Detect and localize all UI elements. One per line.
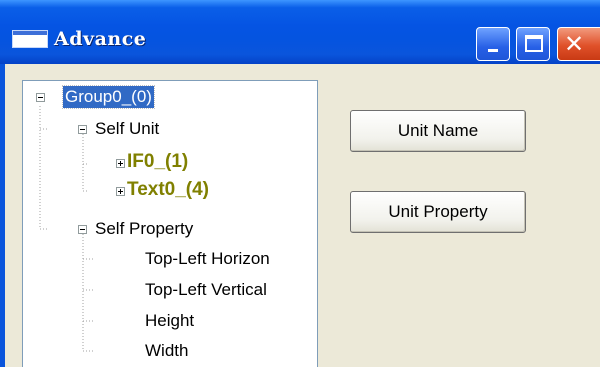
minimize-button[interactable] xyxy=(476,27,510,61)
unit-name-button[interactable]: Unit Name xyxy=(350,110,526,152)
collapse-group0-icon[interactable] xyxy=(36,93,45,102)
collapse-self-property-icon[interactable] xyxy=(78,225,87,234)
expand-text0-icon[interactable] xyxy=(116,187,125,196)
tree-node-self-property[interactable]: Self Property xyxy=(95,218,193,240)
tree-node-text0[interactable]: Text0_(4) xyxy=(127,179,209,201)
window-frame-left xyxy=(0,64,5,367)
title-bar[interactable]: Advance ✕ xyxy=(0,0,600,64)
tree-node-if0[interactable]: IF0_(1) xyxy=(127,151,188,173)
maximize-button[interactable] xyxy=(516,27,550,61)
tree-node-width[interactable]: Width xyxy=(145,340,188,362)
advance-window: Advance ✕ Group0_(0) Self Unit IF0_(1) T… xyxy=(0,0,600,367)
collapse-self-unit-icon[interactable] xyxy=(78,125,87,134)
unit-property-button[interactable]: Unit Property xyxy=(350,191,526,233)
expand-if0-icon[interactable] xyxy=(116,159,125,168)
tree-node-self-unit[interactable]: Self Unit xyxy=(95,118,159,140)
tree-node-height[interactable]: Height xyxy=(145,310,194,332)
tree-node-top-left-horizon[interactable]: Top-Left Horizon xyxy=(145,248,270,270)
close-button[interactable]: ✕ xyxy=(557,27,600,61)
maximize-icon xyxy=(525,35,543,52)
tree-node-top-left-vertical[interactable]: Top-Left Vertical xyxy=(145,279,267,301)
minimize-icon xyxy=(488,49,498,52)
window-icon[interactable] xyxy=(12,30,48,48)
window-title: Advance xyxy=(54,28,147,50)
close-icon: ✕ xyxy=(564,30,585,58)
unit-tree-view[interactable]: Group0_(0) Self Unit IF0_(1) Text0_(4) S… xyxy=(22,80,318,367)
tree-node-group0[interactable]: Group0_(0) xyxy=(62,85,155,109)
